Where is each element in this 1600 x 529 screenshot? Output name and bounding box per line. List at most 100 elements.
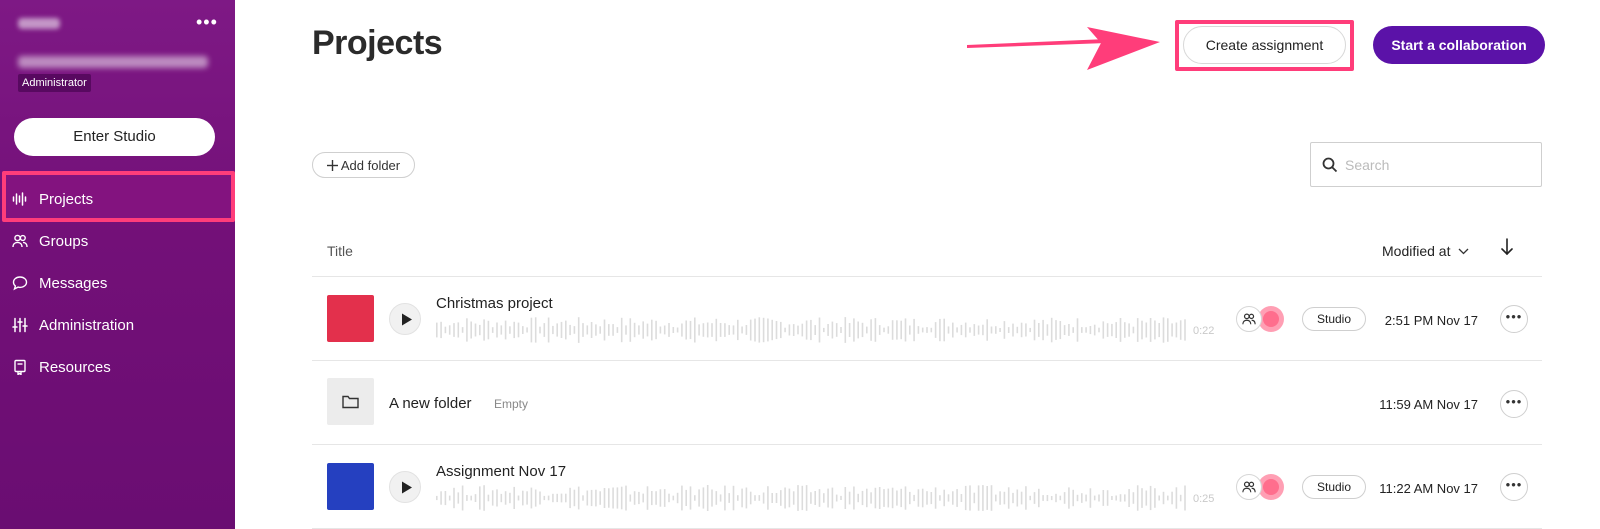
- waveform-bar: [543, 323, 546, 337]
- row-more-button[interactable]: •••: [1500, 390, 1528, 418]
- chevron-down-icon: [1459, 248, 1469, 254]
- plus-icon: [326, 159, 338, 171]
- waveform-bar: [1076, 318, 1079, 342]
- waveform-bar: [853, 318, 855, 342]
- waveform-bar: [732, 325, 735, 335]
- play-button[interactable]: [389, 303, 421, 335]
- search-input[interactable]: [1345, 151, 1530, 179]
- waveform-bar: [1132, 326, 1135, 334]
- sidebar-item-administration[interactable]: Administration: [12, 310, 222, 340]
- folder-title[interactable]: A new folder: [389, 395, 472, 412]
- waveform-bar: [663, 489, 666, 507]
- column-header-title[interactable]: Title: [327, 243, 353, 259]
- create-assignment-button[interactable]: Create assignment: [1183, 26, 1346, 64]
- column-header-modified[interactable]: Modified at: [1382, 243, 1469, 259]
- waveform-bar: [504, 320, 507, 340]
- waveform-bar: [586, 490, 589, 506]
- waveform-bar: [891, 320, 894, 340]
- waveform-bar: [1089, 488, 1092, 508]
- waveform-bar: [642, 321, 644, 339]
- waveform-bar: [1012, 492, 1014, 504]
- waveform-bar: [1046, 495, 1049, 502]
- waveform-bar: [1085, 327, 1087, 333]
- waveform-bar: [771, 493, 773, 503]
- waveform-bar: [1175, 322, 1178, 338]
- waveform-bar: [457, 322, 460, 338]
- waveform-bar: [436, 322, 438, 338]
- collaborators-icon[interactable]: [1236, 306, 1262, 332]
- waveform-bar: [1020, 322, 1023, 338]
- waveform-bar: [461, 485, 464, 511]
- waveform-bar: [797, 325, 799, 335]
- waveform-preview: [436, 317, 1186, 343]
- waveform-bar: [509, 492, 511, 504]
- waveform-bar: [1046, 324, 1049, 336]
- studio-badge[interactable]: Studio: [1302, 475, 1366, 499]
- sidebar-item-label: Projects: [39, 190, 94, 208]
- waveform-bar: [883, 489, 885, 507]
- waveform-bar: [956, 327, 958, 333]
- sidebar-item-groups[interactable]: Groups: [12, 226, 222, 256]
- waveform-bar: [900, 320, 902, 340]
- waveform-bar: [827, 324, 829, 336]
- row-more-button[interactable]: •••: [1500, 473, 1528, 501]
- sidebar-item-label: Administration: [39, 316, 135, 334]
- waveform-bar: [1093, 495, 1096, 501]
- waveform-bar: [1093, 324, 1096, 336]
- waveform-bar: [470, 495, 472, 501]
- waveform-bar: [448, 495, 451, 501]
- waveform-bar: [616, 327, 619, 333]
- waveform-bar: [629, 494, 632, 502]
- waveform-bar: [517, 322, 520, 338]
- waveform-bar: [655, 491, 657, 505]
- add-folder-button[interactable]: Add folder: [312, 152, 415, 178]
- studio-badge[interactable]: Studio: [1302, 307, 1366, 331]
- column-header-modified-label: Modified at: [1382, 243, 1451, 259]
- waveform-bar: [625, 485, 627, 511]
- waveform-bar: [913, 494, 915, 502]
- sort-direction-icon[interactable]: [1500, 238, 1514, 256]
- sidebar-item-projects[interactable]: Projects: [12, 184, 222, 214]
- waveform-bar: [926, 327, 928, 333]
- project-title[interactable]: Christmas project: [436, 295, 553, 312]
- waveform-bar: [883, 327, 885, 333]
- waveform-bar: [1007, 327, 1010, 333]
- waveform-bar: [1055, 320, 1057, 340]
- play-button[interactable]: [389, 471, 421, 503]
- collaborators-icon[interactable]: [1236, 474, 1262, 500]
- waveform-bar: [814, 325, 816, 335]
- waveform-bar: [444, 326, 447, 334]
- waveform-bar: [612, 487, 614, 509]
- waveform-bar: [616, 487, 619, 509]
- project-title[interactable]: Assignment Nov 17: [436, 463, 566, 480]
- waveform-bar: [552, 325, 554, 335]
- start-collaboration-button[interactable]: Start a collaboration: [1373, 26, 1545, 64]
- account-more-icon[interactable]: •••: [196, 12, 218, 33]
- waveform-bar: [973, 324, 976, 336]
- row-more-button[interactable]: •••: [1500, 305, 1528, 333]
- waveform-bar: [530, 487, 533, 509]
- enter-studio-button[interactable]: Enter Studio: [14, 118, 215, 156]
- waveform-bar: [870, 319, 872, 341]
- waveform-bar: [470, 321, 472, 339]
- sidebar-item-resources[interactable]: Resources: [12, 352, 222, 382]
- sidebar-item-label: Resources: [39, 358, 111, 376]
- waveform-bar: [1111, 323, 1113, 337]
- waveform-bar: [1072, 489, 1074, 507]
- duration: 0:25: [1193, 493, 1215, 505]
- waveform-bar: [784, 487, 786, 509]
- waveform-bar: [724, 485, 726, 511]
- waveform-bar: [711, 323, 713, 337]
- waveform-bar: [642, 493, 644, 503]
- waveform-bar: [827, 488, 829, 508]
- waveform-bar: [780, 490, 782, 506]
- waveform-bar: [474, 323, 477, 337]
- waveform-bar: [569, 487, 571, 509]
- waveform-bar: [835, 494, 838, 502]
- account-header: •••: [18, 12, 218, 68]
- sidebar-item-messages[interactable]: Messages: [12, 268, 222, 298]
- waveform-bar: [741, 326, 743, 334]
- waveform-bar: [810, 319, 812, 341]
- waveform-bar: [939, 318, 941, 342]
- waveform-bar: [711, 489, 713, 507]
